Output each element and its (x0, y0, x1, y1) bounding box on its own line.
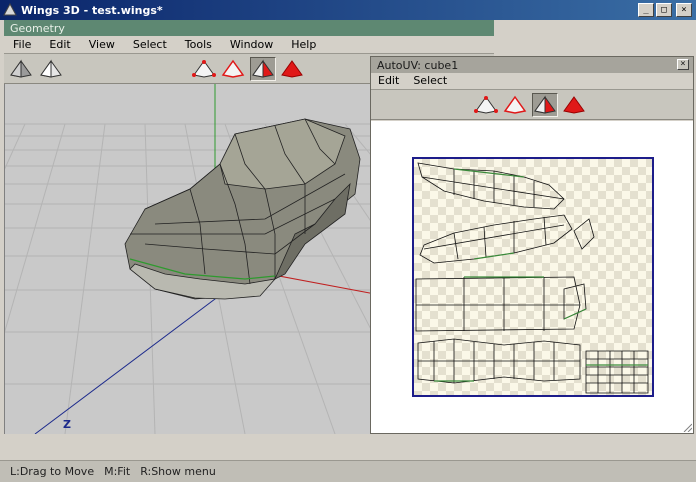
statusbar: L:Drag to Move M:Fit R:Show menu (0, 460, 696, 482)
menu-file[interactable]: File (4, 36, 40, 54)
autouv-title-bar[interactable]: AutoUV: cube1 × (371, 57, 693, 73)
close-button[interactable]: × (676, 3, 692, 17)
uv-menu-edit[interactable]: Edit (371, 72, 406, 90)
uv-selected-edges (434, 168, 648, 382)
status-fit-hint: M:Fit (104, 465, 131, 478)
uv-body-mode-icon[interactable] (561, 93, 587, 117)
status-menu-hint: R:Show menu (140, 465, 216, 478)
flat-cube-icon[interactable] (38, 57, 64, 81)
wings-app-icon (3, 3, 17, 16)
uv-menu-select[interactable]: Select (406, 72, 454, 90)
uv-edge-mode-icon[interactable] (502, 93, 528, 117)
car-model (124, 118, 361, 300)
geometry-title-text: Geometry (10, 21, 65, 35)
autouv-title-text: AutoUV: cube1 (377, 58, 459, 72)
menu-window[interactable]: Window (221, 36, 282, 54)
vertex-mode-icon[interactable] (191, 57, 217, 81)
uv-texture-area[interactable] (412, 157, 654, 397)
z-axis-label: Z (63, 418, 71, 431)
edge-mode-icon[interactable] (220, 57, 246, 81)
menu-select[interactable]: Select (124, 36, 176, 54)
geometry-menubar: File Edit View Select Tools Window Help (4, 36, 494, 54)
autouv-toolbar (371, 90, 693, 120)
menu-edit[interactable]: Edit (40, 36, 79, 54)
resize-grip-icon[interactable] (682, 422, 692, 432)
autouv-close-button[interactable]: × (677, 59, 689, 70)
face-mode-icon[interactable] (250, 57, 276, 81)
maximize-button[interactable]: □ (656, 3, 672, 17)
uv-canvas[interactable] (371, 121, 693, 433)
autouv-window: AutoUV: cube1 × Edit Select (370, 56, 694, 434)
uv-face-mode-icon[interactable] (532, 93, 558, 117)
os-titlebar: Wings 3D - test.wings* _ □ × (0, 0, 696, 20)
window-title: Wings 3D - test.wings* (21, 3, 163, 17)
menu-tools[interactable]: Tools (176, 36, 221, 54)
autouv-menubar: Edit Select (371, 73, 693, 90)
minimize-button[interactable]: _ (638, 3, 654, 17)
uv-islands (415, 162, 649, 394)
geometry-window-title[interactable]: Geometry (4, 20, 494, 36)
menu-view[interactable]: View (80, 36, 124, 54)
status-drag-hint: L:Drag to Move (10, 465, 95, 478)
uv-vertex-mode-icon[interactable] (473, 93, 499, 117)
menu-help[interactable]: Help (282, 36, 325, 54)
smooth-cube-icon[interactable] (8, 57, 34, 81)
body-mode-icon[interactable] (279, 57, 305, 81)
